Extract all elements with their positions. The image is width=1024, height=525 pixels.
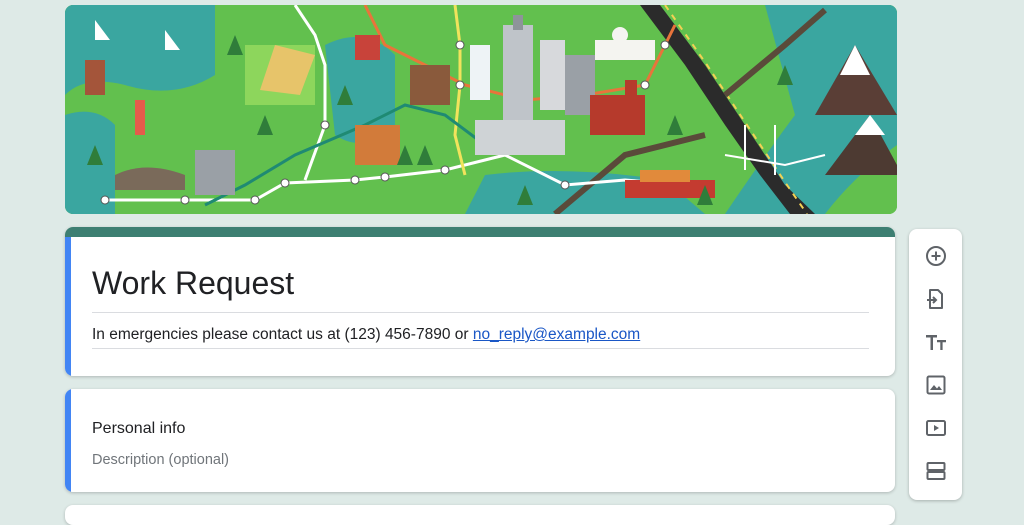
- theme-color-bar: [65, 227, 895, 237]
- active-card-indicator: [65, 237, 71, 376]
- add-section-button[interactable]: [920, 455, 952, 487]
- next-question-card[interactable]: [65, 505, 895, 525]
- import-icon: [927, 289, 943, 309]
- add-video-button[interactable]: [920, 412, 952, 444]
- form-description-text: In emergencies please contact us at (123…: [92, 326, 473, 343]
- import-questions-button[interactable]: [920, 283, 952, 315]
- add-question-button[interactable]: [920, 240, 952, 272]
- add-title-button[interactable]: [920, 326, 952, 358]
- section-title[interactable]: Personal info: [92, 420, 185, 438]
- add-circle-icon: [926, 246, 946, 266]
- image-icon: [926, 375, 946, 395]
- section-indicator: [65, 389, 71, 492]
- video-icon: [926, 420, 946, 436]
- floating-toolbar: [909, 229, 962, 500]
- section-description-field[interactable]: Description (optional): [92, 452, 229, 468]
- add-image-button[interactable]: [920, 369, 952, 401]
- section-header-card[interactable]: Personal info Description (optional): [65, 389, 895, 492]
- form-title-card[interactable]: Work Request In emergencies please conta…: [65, 227, 895, 376]
- form-title-underline: [92, 312, 869, 313]
- form-description[interactable]: In emergencies please contact us at (123…: [92, 326, 640, 344]
- email-link[interactable]: no_reply@example.com: [473, 326, 640, 343]
- title-text-icon: [926, 335, 946, 350]
- section-icon: [926, 462, 946, 480]
- form-title[interactable]: Work Request: [92, 265, 294, 302]
- form-description-underline: [92, 348, 869, 349]
- header-banner-image: [65, 5, 897, 214]
